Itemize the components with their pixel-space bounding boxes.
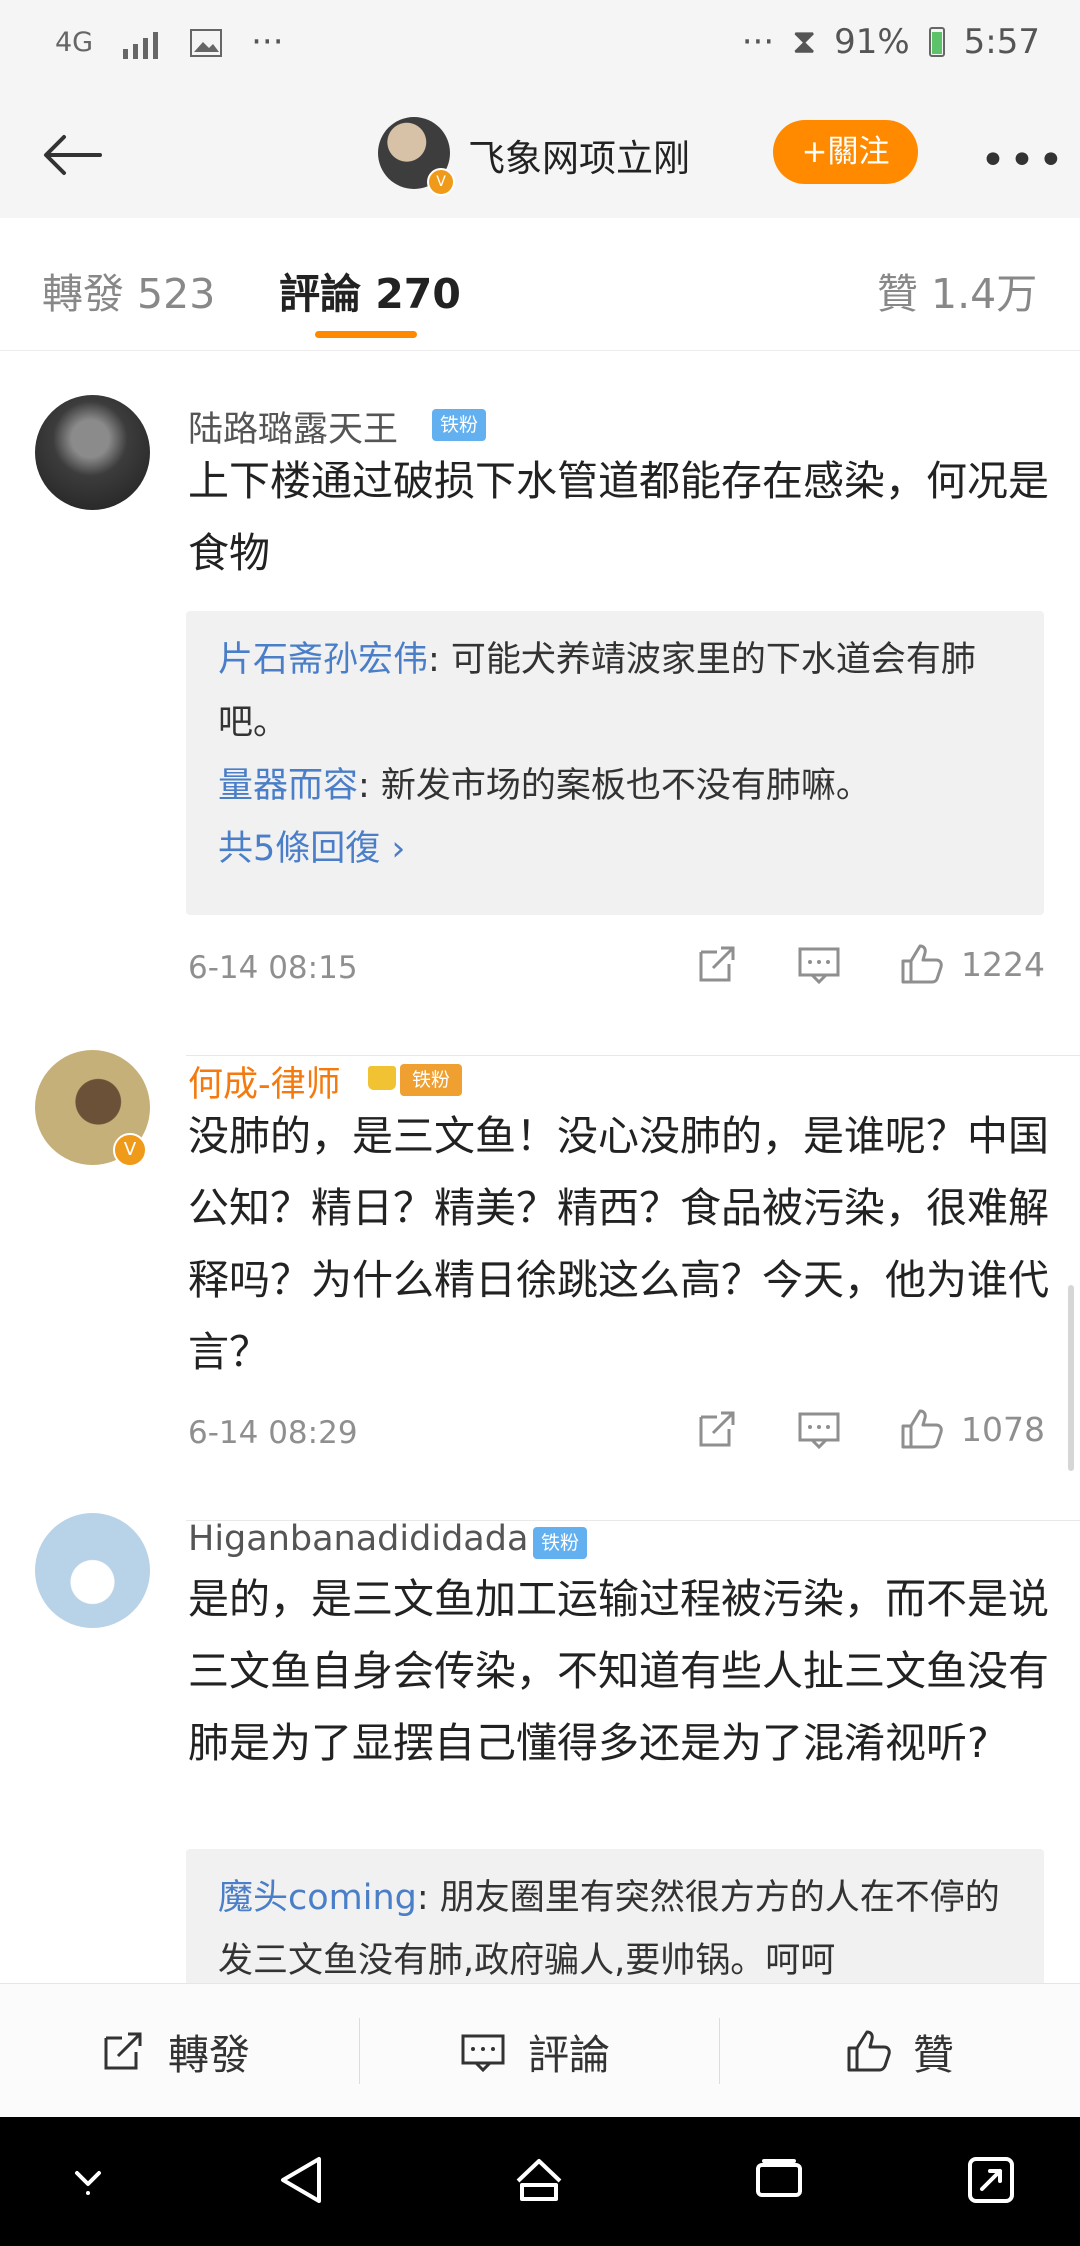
comment-text: 上下楼通过破损下水管道都能存在感染，何况是食物 <box>188 457 1049 577</box>
reply-name[interactable]: 魔头coming <box>218 1878 417 1918</box>
like-label: 贊 <box>913 2031 954 2079</box>
comment-label: 評論 <box>528 2031 610 2079</box>
comment-icon[interactable] <box>795 940 843 988</box>
reply-text: : 新发市场的案板也不没有肺嘛。 <box>358 766 871 806</box>
status-bar: 4G ··· ··· ⧗ 91% 5:57 <box>0 0 1080 90</box>
like-icon[interactable] <box>897 940 945 988</box>
comment-button[interactable]: 評論 <box>458 2021 610 2081</box>
battery-percent: 91% <box>834 22 910 62</box>
battery-icon <box>928 26 946 58</box>
share-icon[interactable] <box>693 940 741 988</box>
home-nav-icon[interactable] <box>510 2151 568 2209</box>
comment-text: 是的，是三文鱼加工运输过程被污染，而不是说三文鱼自身会传染，不知道有些人扯三文鱼… <box>188 1575 1049 1767</box>
expand-icon[interactable] <box>962 2151 1020 2209</box>
comment-date: 6-14 08:29 <box>188 1415 358 1451</box>
username[interactable]: Higanbanadididada <box>188 1519 528 1559</box>
crown-icon <box>368 1066 396 1090</box>
recent-apps-icon[interactable] <box>750 2151 808 2209</box>
comment-text: 没肺的，是三文鱼！没心没肺的，是谁呢？中国公知？精日？精美？精西？食品被污染，很… <box>188 1112 1049 1376</box>
fan-tag: 铁粉 <box>432 409 486 441</box>
reply-name[interactable]: 片石斋孙宏伟 <box>218 640 428 680</box>
tab-likes[interactable]: 贊 1.4万 <box>877 260 1037 320</box>
status-left: 4G ··· <box>55 22 284 62</box>
signal-icon <box>121 28 161 59</box>
comment-icon <box>458 2026 508 2076</box>
network-indicator: 4G <box>55 26 94 58</box>
like-button[interactable]: 贊 <box>843 2021 954 2081</box>
more-replies-link[interactable]: 共5條回復 › <box>218 818 1014 881</box>
reply-item: 片石斋孙宏伟: 可能犬养靖波家里的下水道会有肺吧。 <box>218 629 1014 755</box>
repost-button[interactable]: 轉發 <box>98 2021 250 2081</box>
verified-icon: V <box>427 168 455 196</box>
share-icon <box>98 2026 148 2076</box>
verified-icon: V <box>113 1133 147 1167</box>
gallery-icon <box>189 27 223 57</box>
scrollbar[interactable] <box>1068 1285 1074 1471</box>
reply-name[interactable]: 量器而容 <box>218 766 358 806</box>
divider <box>719 2018 720 2084</box>
bluetooth-icon: ⧗ <box>792 22 817 62</box>
tab-comments[interactable]: 評論 270 <box>279 260 461 320</box>
reply-item: 魔头coming: 朋友圈里有突然很方方的人在不停的发三文鱼没有肺,政府骗人,要… <box>218 1867 1014 1983</box>
back-arrow-icon[interactable] <box>28 120 108 190</box>
fan-tag: 铁粉 <box>400 1064 462 1096</box>
avatar[interactable] <box>35 1513 150 1628</box>
more-status-right: ··· <box>741 22 775 62</box>
reply-box[interactable]: 片石斋孙宏伟: 可能犬养靖波家里的下水道会有肺吧。 量器而容: 新发市场的案板也… <box>186 611 1044 915</box>
bottom-action-bar: 轉發 評論 贊 <box>0 1983 1080 2118</box>
page-title: 飞象网项立刚 <box>468 137 690 180</box>
like-count: 1224 <box>961 944 1045 984</box>
status-right: ··· ⧗ 91% 5:57 <box>742 22 1040 62</box>
more-status: ··· <box>251 22 284 62</box>
like-icon <box>843 2026 893 2076</box>
more-icon[interactable]: ••• <box>980 135 1067 186</box>
reply-item: 量器而容: 新发市场的案板也不没有肺嘛。 <box>218 755 1014 818</box>
tab-reposts[interactable]: 轉發 523 <box>42 260 215 320</box>
like-count: 1078 <box>961 1409 1045 1449</box>
fan-tag: 铁粉 <box>533 1527 587 1559</box>
follow-button[interactable]: +關注 <box>773 120 918 184</box>
comment-icon[interactable] <box>795 1405 843 1453</box>
reply-box[interactable]: 魔头coming: 朋友圈里有突然很方方的人在不停的发三文鱼没有肺,政府骗人,要… <box>186 1849 1044 1983</box>
divider <box>359 2018 360 2084</box>
system-nav-bar <box>0 2117 1080 2246</box>
comment-list[interactable]: 陆路璐露天王 铁粉 上下楼通过破损下水管道都能存在感染，何况是食物 片石斋孙宏伟… <box>0 350 1080 1983</box>
tabs: 轉發 523 評論 270 贊 1.4万 <box>0 218 1080 351</box>
active-tab-indicator <box>315 331 417 338</box>
hide-keyboard-icon[interactable] <box>59 2151 117 2209</box>
comment-date: 6-14 08:15 <box>188 950 358 986</box>
comment-actions: 1078 <box>693 1405 1045 1453</box>
like-icon[interactable] <box>897 1405 945 1453</box>
repost-label: 轉發 <box>168 2031 250 2079</box>
share-icon[interactable] <box>693 1405 741 1453</box>
clock: 5:57 <box>963 22 1040 62</box>
top-bar: V 飞象网项立刚 +關注 ••• <box>0 90 1080 219</box>
back-nav-icon[interactable] <box>273 2151 331 2209</box>
avatar[interactable] <box>35 395 150 510</box>
comment-actions: 1224 <box>693 940 1045 988</box>
